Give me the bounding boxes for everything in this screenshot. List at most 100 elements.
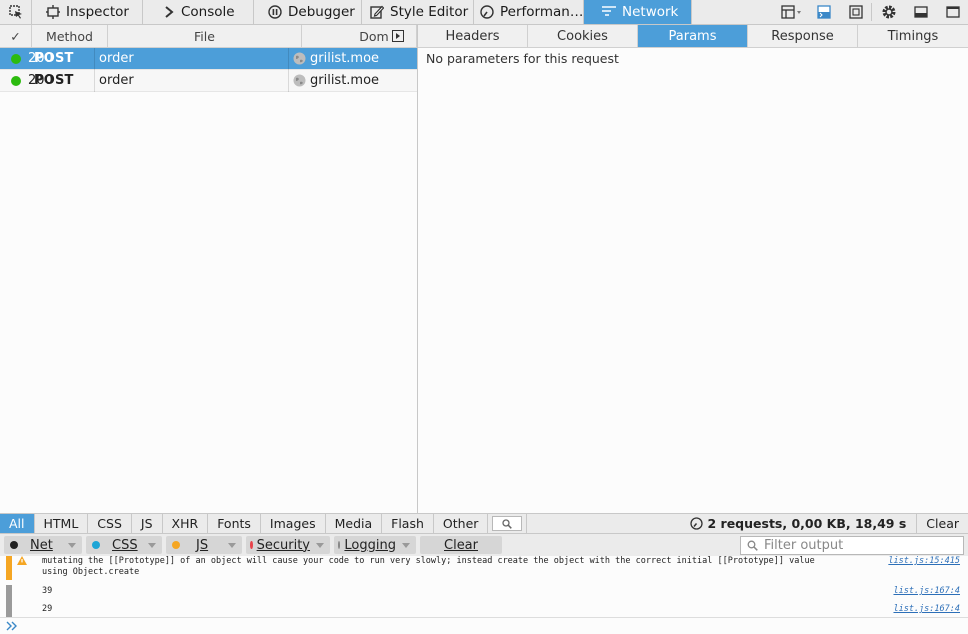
filter-html[interactable]: HTML — [35, 514, 89, 533]
method-column-header[interactable]: Method — [32, 25, 108, 47]
chevron-down-icon — [148, 542, 156, 548]
close-devtools-button[interactable] — [936, 0, 968, 24]
tab-network[interactable]: Network — [584, 0, 692, 24]
tab-performance[interactable]: Performan… — [474, 0, 584, 24]
tab-inspector[interactable]: Inspector — [32, 0, 143, 24]
console-output: mutating the [[Prototype]] of an object … — [0, 556, 968, 617]
request-list-header: ✓ Method File Dom — [0, 25, 417, 48]
settings-button[interactable] — [872, 0, 904, 24]
tab-response[interactable]: Response — [748, 25, 858, 47]
method-label: Method — [46, 28, 93, 44]
file-cell: order — [94, 47, 288, 70]
domain-cell: grilist.moe — [288, 69, 404, 92]
filter-images[interactable]: Images — [261, 514, 326, 533]
console-message-warning: mutating the [[Prototype]] of an object … — [0, 556, 968, 580]
window-icon — [945, 6, 960, 18]
chevron-down-icon — [316, 542, 324, 548]
message-location-link[interactable]: list.js:167:4 — [893, 604, 960, 614]
security-dot-icon — [250, 541, 253, 549]
net-dot-icon — [10, 541, 18, 549]
logging-dot-icon — [338, 541, 341, 549]
filter-js[interactable]: JS — [132, 514, 163, 533]
toggle-sidebar-icon[interactable] — [392, 30, 404, 42]
tab-timings[interactable]: Timings — [858, 25, 968, 47]
method-cell: POST — [34, 73, 74, 88]
split-console-button[interactable] — [807, 0, 839, 24]
tab-headers[interactable]: Headers — [418, 25, 528, 47]
tab-label: Params — [668, 28, 717, 44]
tab-label: Debugger — [288, 4, 355, 20]
toolbar-actions — [775, 0, 968, 24]
filter-output-input[interactable]: Filter output — [740, 535, 964, 555]
globe-icon — [293, 52, 306, 65]
console-message-log: 29 list.js:167:4 — [0, 603, 968, 617]
filter-label: Security — [256, 537, 310, 553]
console-filter-logging[interactable]: Logging — [334, 536, 416, 554]
tab-label: Timings — [887, 28, 939, 44]
tab-cookies[interactable]: Cookies — [528, 25, 638, 47]
prompt-chevrons-icon — [6, 621, 17, 631]
request-list-panel: ✓ Method File Dom 200 POST order grilist… — [0, 25, 418, 513]
console-filter-net[interactable]: Net — [4, 536, 82, 554]
url-filter-button[interactable] — [492, 516, 523, 531]
tab-label: Console — [181, 4, 235, 20]
status-ok-icon — [11, 53, 21, 64]
warning-icon — [17, 556, 27, 565]
scratchpad-button[interactable] — [839, 0, 871, 24]
domain-text: grilist.moe — [310, 73, 380, 88]
request-row[interactable]: 200 POST order grilist.moe — [0, 69, 417, 92]
filter-label: Net — [30, 537, 53, 553]
tab-debugger[interactable]: Debugger — [254, 0, 362, 24]
gear-icon — [882, 5, 895, 19]
console-filter-css[interactable]: CSS — [86, 536, 162, 554]
split-console-icon — [816, 5, 831, 19]
tab-label: Response — [771, 28, 834, 44]
dock-side-button[interactable] — [904, 0, 936, 24]
dock-bottom-icon — [913, 6, 928, 18]
layout-menu-icon — [780, 5, 801, 19]
warning-marker — [6, 556, 12, 580]
clear-console-button[interactable]: Clear — [420, 536, 502, 554]
filter-all[interactable]: All — [0, 514, 35, 533]
tab-label: Network — [622, 4, 679, 20]
devtools-toolbar: Inspector Console Debugger Style Editor … — [0, 0, 968, 25]
search-icon — [747, 540, 758, 551]
tab-console[interactable]: Console — [143, 0, 254, 24]
filter-media[interactable]: Media — [326, 514, 383, 533]
filter-other[interactable]: Other — [434, 514, 489, 533]
console-filter-bar: Net CSS JS Security Logging Clear Filter… — [0, 534, 968, 556]
tab-params[interactable]: Params — [638, 25, 748, 47]
domain-label: Dom — [359, 28, 389, 44]
network-summary[interactable]: 2 requests, 0,00 KB, 18,49 s — [680, 514, 918, 533]
style-editor-icon — [370, 5, 384, 19]
log-marker — [6, 585, 12, 603]
console-filter-security[interactable]: Security — [246, 536, 330, 554]
console-input[interactable] — [0, 617, 968, 634]
responsive-mode-button[interactable] — [775, 0, 807, 24]
log-marker — [6, 603, 12, 617]
network-filter-bar: All HTML CSS JS XHR Fonts Images Media F… — [0, 513, 968, 534]
filter-label: CSS — [112, 537, 138, 553]
request-row[interactable]: 200 POST order grilist.moe — [0, 47, 417, 70]
tab-label: Cookies — [557, 28, 608, 44]
status-column-header[interactable]: ✓ — [0, 25, 32, 47]
network-icon — [602, 6, 616, 16]
element-picker-button[interactable] — [0, 0, 32, 24]
filter-css[interactable]: CSS — [88, 514, 132, 533]
filter-xhr[interactable]: XHR — [163, 514, 209, 533]
summary-text: 2 requests, 0,00 KB, 18,49 s — [707, 516, 907, 531]
message-location-link[interactable]: list.js:167:4 — [893, 586, 960, 596]
filter-fonts[interactable]: Fonts — [208, 514, 261, 533]
chevron-down-icon — [228, 542, 236, 548]
domain-column-header[interactable]: Dom — [302, 25, 417, 47]
file-column-header[interactable]: File — [108, 25, 302, 47]
message-location-link[interactable]: list.js:15:415 — [888, 556, 960, 566]
console-filter-js[interactable]: JS — [166, 536, 242, 554]
filter-flash[interactable]: Flash — [382, 514, 434, 533]
pick-cursor-icon — [8, 5, 22, 19]
method-cell: POST — [34, 51, 74, 66]
filter-spacer — [526, 514, 680, 533]
details-tabbar: Headers Cookies Params Response Timings — [418, 25, 968, 48]
clear-requests-button[interactable]: Clear — [917, 514, 968, 533]
tab-style-editor[interactable]: Style Editor — [362, 0, 474, 24]
